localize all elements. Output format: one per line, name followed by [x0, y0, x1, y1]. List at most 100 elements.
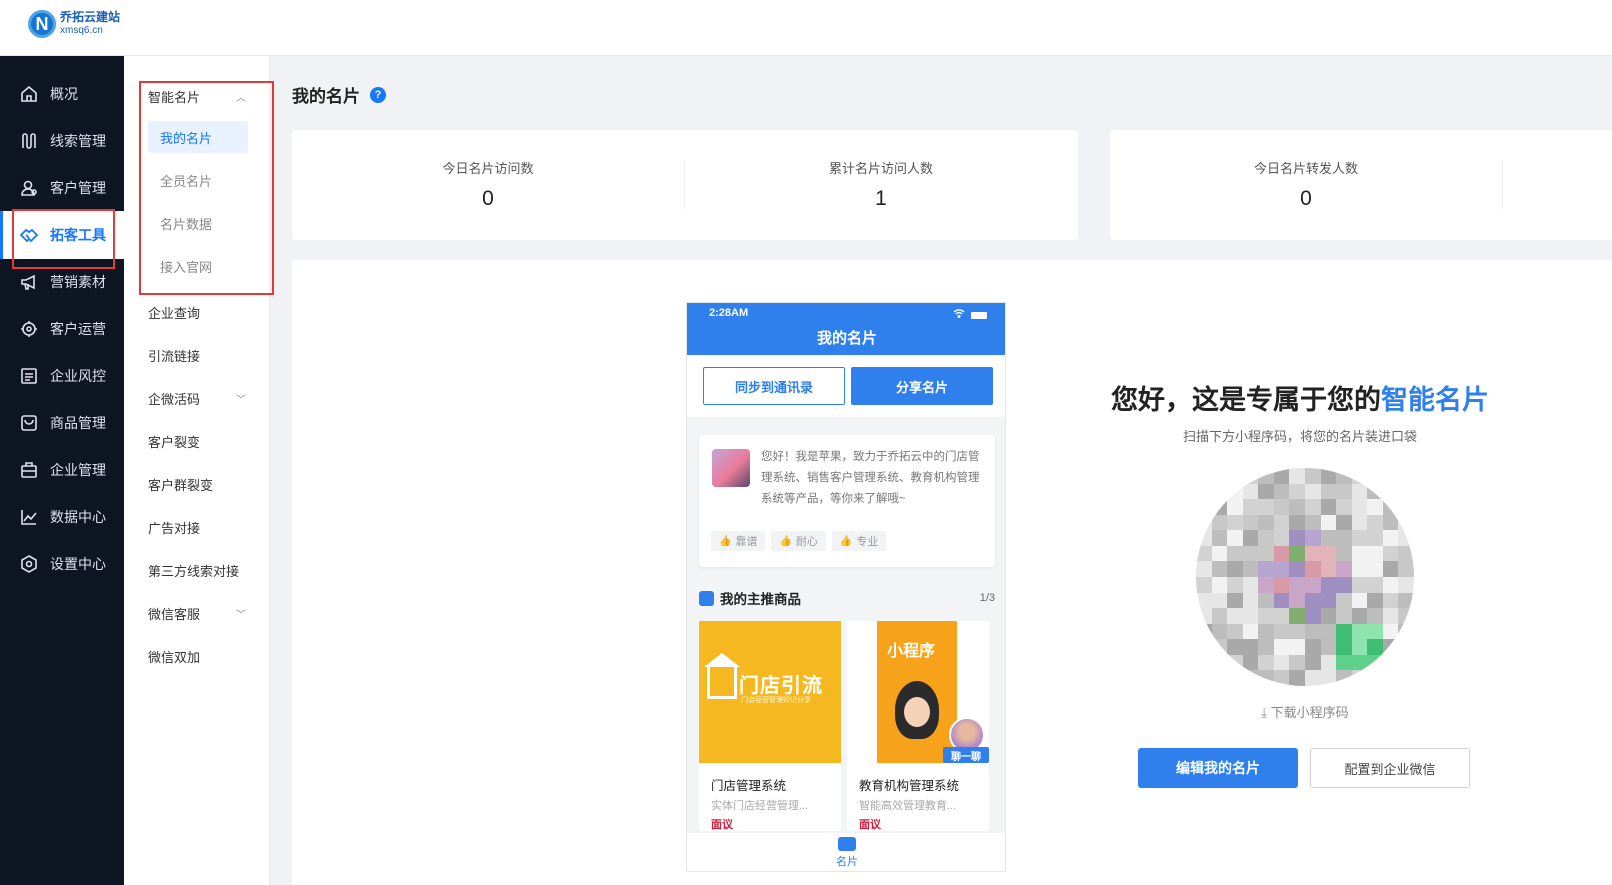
submenu-ad-integration[interactable]: 广告对接 [124, 509, 270, 545]
sync-contacts-button[interactable]: 同步到通讯录 [703, 367, 845, 405]
qr-cell [1320, 670, 1337, 686]
tag-item[interactable]: 👍 靠谱 [711, 531, 766, 551]
submenu-group-fission[interactable]: 客户群裂变 [124, 466, 270, 502]
sidebar-item-prospecting-tools[interactable]: 拓客工具 [0, 211, 124, 259]
phone-preview: 2:28AM 我的名片 同步到通讯录 分享名片 您好！我是苹果，致力于乔拓云中的… [686, 302, 1006, 872]
configure-wecom-button[interactable]: 配置到企业微信 [1310, 748, 1470, 788]
phone-header: 2:28AM 我的名片 [687, 303, 1005, 355]
product-image: 门店引流 门店经营管理知识分享 [699, 621, 841, 763]
qr-cell [1289, 608, 1306, 625]
qr-cell [1351, 639, 1368, 656]
qr-cell [1273, 654, 1290, 671]
download-label: 下载小程序码 [1270, 705, 1349, 720]
handshake-icon [20, 226, 38, 244]
stat-value: 0 [1300, 187, 1312, 210]
chevron-down-icon: ﹀ [236, 394, 246, 406]
qr-cell [1196, 577, 1212, 593]
product-card[interactable]: 小程序 聊一聊 教育机构管理系统 智能高效管理教育... 面议 [847, 621, 989, 831]
qr-cell [1227, 608, 1244, 625]
sidebar-item-settings[interactable]: 设置中心 [0, 540, 124, 588]
submenu-wecom-live-code[interactable]: 企微活码 ﹀ [124, 380, 270, 416]
qr-cell [1398, 592, 1414, 609]
sidebar-item-label: 设置中心 [50, 556, 106, 572]
qr-cell [1227, 623, 1244, 640]
qr-cell [1211, 514, 1228, 531]
share-card-button[interactable]: 分享名片 [851, 367, 993, 405]
submenu-customer-fission[interactable]: 客户裂变 [124, 423, 270, 459]
qr-cell [1273, 670, 1290, 686]
submenu-wechat-double-add[interactable]: 微信双加 [124, 638, 270, 674]
sidebar-item-risk-control[interactable]: 企业风控 [0, 352, 124, 400]
briefcase-icon [20, 461, 38, 479]
qr-cell [1336, 468, 1353, 484]
qr-cell [1211, 670, 1228, 686]
divider [1502, 160, 1503, 210]
sidebar-item-overview[interactable]: 概况 [0, 70, 124, 118]
qr-cell [1367, 545, 1384, 562]
help-icon[interactable]: ? [370, 86, 386, 103]
submenu-my-card[interactable]: 我的名片 [148, 121, 248, 153]
promo-headline-highlight: 智能名片 [1381, 385, 1489, 415]
qr-cell [1305, 670, 1321, 686]
qr-cell [1336, 639, 1353, 656]
qr-cell [1211, 654, 1228, 671]
chat-button[interactable]: 聊一聊 [943, 747, 989, 763]
tag-item[interactable]: 👍 耐心 [771, 531, 826, 551]
submenu-all-staff-cards[interactable]: 全员名片 [148, 164, 248, 196]
qr-cell [1320, 592, 1337, 609]
sidebar-item-leads[interactable]: 线索管理 [0, 117, 124, 165]
submenu-group-smart-card[interactable]: 智能名片 ︿ [124, 78, 270, 114]
qr-cell [1273, 468, 1290, 484]
sidebar-item-customer-operations[interactable]: 客户运营 [0, 305, 124, 353]
customers-icon [20, 179, 38, 197]
sidebar-item-enterprise[interactable]: 企业管理 [0, 446, 124, 494]
qr-cell [1351, 592, 1368, 609]
top-header: N 乔拓云建站 xmsq6.cn [0, 0, 1612, 56]
qr-cell [1258, 577, 1275, 593]
tag-item[interactable]: 👍 专业 [831, 531, 887, 551]
battery-icon [971, 311, 987, 319]
qr-cell [1196, 561, 1212, 578]
qr-cell [1305, 654, 1321, 671]
card-tab-icon[interactable] [838, 837, 856, 851]
qr-cell [1289, 499, 1306, 516]
brand-logo[interactable]: N 乔拓云建站 xmsq6.cn [28, 10, 120, 38]
stat-label: 今日名片转发人数 [1253, 161, 1358, 176]
submenu-traffic-links[interactable]: 引流链接 [124, 337, 270, 373]
submenu-card-data[interactable]: 名片数据 [148, 207, 248, 239]
operations-icon [20, 320, 38, 338]
edit-my-card-button[interactable]: 编辑我的名片 [1138, 748, 1298, 788]
qr-cell [1258, 483, 1275, 500]
sidebar-item-marketing-materials[interactable]: 营销素材 [0, 258, 124, 306]
sidebar-item-customers[interactable]: 客户管理 [0, 164, 124, 212]
download-qr-link[interactable]: ⤓ 下载小程序码 [1200, 702, 1410, 721]
submenu-enterprise-query[interactable]: 企业查询 [124, 294, 270, 330]
qr-cell [1258, 499, 1275, 516]
submenu-connect-website[interactable]: 接入官网 [148, 250, 248, 282]
qr-cell [1273, 623, 1290, 640]
product-card[interactable]: 门店引流 门店经营管理知识分享 门店管理系统 实体门店经营管理... 面议 [699, 621, 841, 831]
qr-cell [1305, 530, 1321, 547]
phone-time: 2:28AM [709, 307, 749, 319]
qr-cell [1242, 670, 1259, 686]
qr-cell [1351, 468, 1368, 484]
tab-label[interactable]: 名片 [687, 853, 1005, 869]
qr-cell [1273, 592, 1290, 609]
sidebar-item-data-center[interactable]: 数据中心 [0, 493, 124, 541]
qr-cell [1211, 639, 1228, 656]
qr-cell [1273, 561, 1290, 578]
qr-cell [1289, 639, 1306, 656]
qr-cell [1382, 468, 1399, 484]
qr-cell [1258, 608, 1275, 625]
qr-cell [1320, 639, 1337, 656]
submenu-wechat-service[interactable]: 微信客服 ﹀ [124, 595, 270, 631]
settings-icon [20, 555, 38, 573]
product-desc: 实体门店经营管理... [711, 800, 809, 812]
qr-cell [1382, 592, 1399, 609]
qr-cell [1398, 468, 1414, 484]
submenu-third-party-leads[interactable]: 第三方线索对接 [124, 552, 270, 588]
qr-cell [1367, 499, 1384, 516]
main-sidebar: 概况 线索管理 客户管理 拓客工具 营销素材 客户运营 企业风控 商品管理 企业… [0, 56, 124, 885]
sidebar-item-products[interactable]: 商品管理 [0, 399, 124, 447]
qr-cell [1367, 670, 1384, 686]
